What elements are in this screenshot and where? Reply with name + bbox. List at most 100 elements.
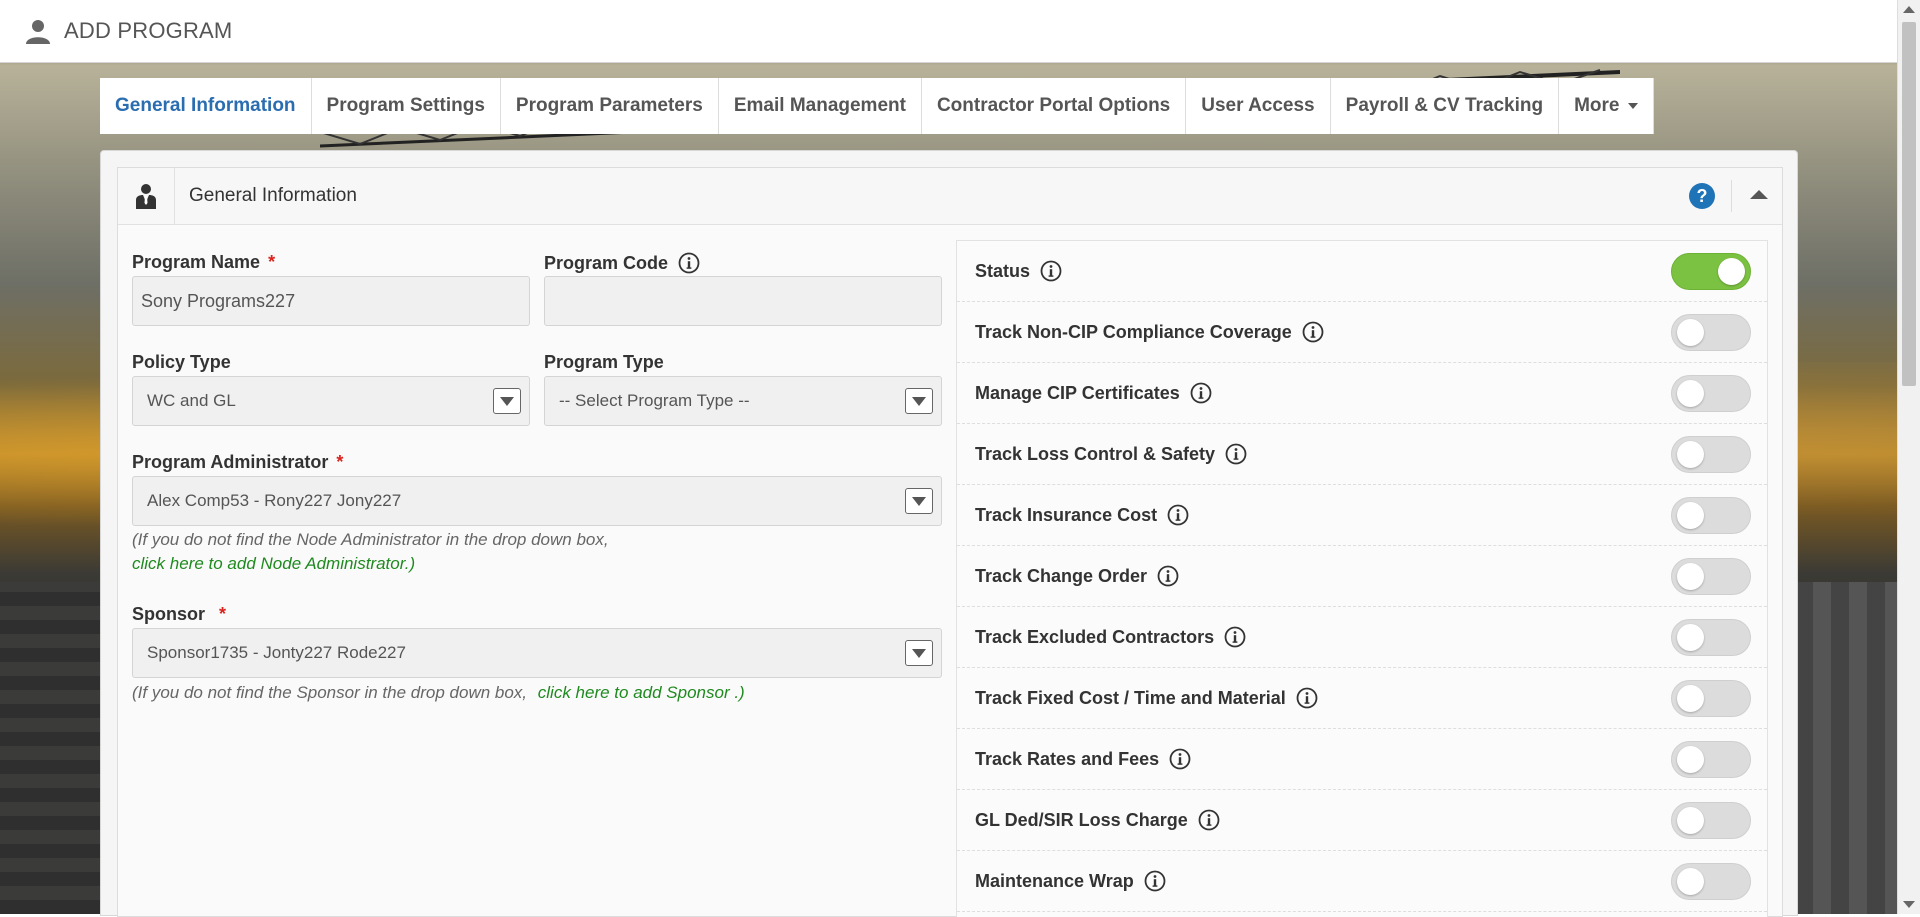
building-left (0, 582, 100, 914)
status-toggle[interactable] (1671, 253, 1751, 290)
info-icon[interactable] (1169, 748, 1191, 770)
excluded-contractors-toggle[interactable] (1671, 619, 1751, 656)
tab-label: General Information (115, 95, 296, 116)
loss-control-toggle[interactable] (1671, 436, 1751, 473)
toggle-label: GL Ded/SIR Loss Charge (975, 809, 1220, 831)
collapse-panel-icon[interactable] (1750, 190, 1768, 199)
tab-label: More (1574, 95, 1620, 116)
toggle-knob (1677, 685, 1704, 712)
select-value: WC and GL (147, 391, 236, 410)
page-title: ADD PROGRAM (64, 18, 233, 43)
change-order-toggle[interactable] (1671, 558, 1751, 595)
businessman-icon (136, 184, 156, 209)
building-right (1795, 582, 1898, 914)
toggle-label: Manage CIP Certificates (975, 382, 1212, 404)
toggle-label: Track Change Order (975, 565, 1179, 587)
tab-user-access[interactable]: User Access (1186, 78, 1331, 134)
label-text: Sponsor (132, 604, 206, 624)
tab-contractor-portal-options[interactable]: Contractor Portal Options (922, 78, 1187, 134)
toggle-knob (1677, 380, 1704, 407)
feature-toggles: Status Track Non-CIP Compliance Coverage… (956, 240, 1768, 917)
program-type-select[interactable]: -- Select Program Type -- (544, 376, 942, 426)
toggle-row-gl-ded-sir: GL Ded/SIR Loss Charge (957, 790, 1767, 851)
tab-label: Email Management (733, 95, 906, 116)
insurance-cost-toggle[interactable] (1671, 497, 1751, 534)
toggle-knob (1677, 502, 1704, 529)
toggle-label: Track Excluded Contractors (975, 626, 1246, 648)
info-icon[interactable] (1224, 626, 1246, 648)
tab-payroll-cv-tracking[interactable]: Payroll & CV Tracking (1331, 78, 1560, 134)
add-node-administrator-link[interactable]: click here to add Node Administrator.) (132, 554, 415, 574)
sponsor-select[interactable]: Sponsor1735 - Jonty227 Rode227 (132, 628, 942, 678)
toggle-row-change-order: Track Change Order (957, 546, 1767, 607)
toggle-label-text: Track Change Order (975, 565, 1148, 586)
tab-more[interactable]: More (1559, 78, 1654, 134)
policy-type-select[interactable]: WC and GL (132, 376, 530, 426)
info-icon[interactable] (1190, 382, 1212, 404)
rates-and-fees-toggle[interactable] (1671, 741, 1751, 778)
tab-email-management[interactable]: Email Management (719, 78, 922, 134)
label-text: Program Type (544, 352, 664, 372)
toggle-label-text: Status (975, 260, 1031, 281)
toggle-label: Track Non-CIP Compliance Coverage (975, 321, 1324, 343)
toggle-knob (1718, 258, 1745, 285)
info-icon[interactable] (1144, 870, 1166, 892)
toggle-row-cip-certificates: Manage CIP Certificates (957, 363, 1767, 424)
caret-down-icon (1627, 103, 1638, 109)
header-divider (1731, 180, 1732, 212)
maintenance-wrap-toggle[interactable] (1671, 863, 1751, 900)
info-icon[interactable] (678, 252, 700, 274)
user-icon (26, 20, 50, 44)
panel-icon-box (118, 168, 175, 224)
toggle-label-text: Track Non-CIP Compliance Coverage (975, 321, 1292, 342)
info-icon[interactable] (1302, 321, 1324, 343)
program-code-input[interactable] (544, 276, 942, 326)
sponsor-note: (If you do not find the Sponsor in the d… (132, 683, 745, 703)
dropdown-arrow-icon[interactable] (905, 388, 933, 414)
info-icon[interactable] (1225, 443, 1247, 465)
add-sponsor-link[interactable]: click here to add Sponsor .) (538, 683, 745, 702)
required-marker: * (336, 452, 344, 472)
tab-label: Program Parameters (515, 95, 703, 116)
non-cip-compliance-toggle[interactable] (1671, 314, 1751, 351)
node-admin-note: (If you do not find the Node Administrat… (132, 530, 609, 549)
cip-certificates-toggle[interactable] (1671, 375, 1751, 412)
info-icon[interactable] (1157, 565, 1179, 587)
fixed-cost-toggle[interactable] (1671, 680, 1751, 717)
toggle-label-text: Track Insurance Cost (975, 504, 1158, 525)
tab-general-information[interactable]: General Information (100, 78, 312, 134)
select-value: Sponsor1735 - Jonty227 Rode227 (147, 643, 406, 662)
info-icon[interactable] (1167, 504, 1189, 526)
info-icon[interactable] (1198, 809, 1220, 831)
toggle-label-text: GL Ded/SIR Loss Charge (975, 809, 1188, 830)
scroll-thumb[interactable] (1902, 22, 1916, 386)
program-administrator-label: Program Administrator * (132, 452, 343, 473)
dropdown-arrow-icon[interactable] (905, 640, 933, 666)
page-scrollbar[interactable] (1897, 0, 1920, 914)
tab-label: User Access (1201, 95, 1315, 116)
scroll-up-arrow[interactable] (1903, 6, 1915, 13)
dropdown-arrow-icon[interactable] (493, 388, 521, 414)
general-information-panel: General Information ? Program Name * Son… (117, 167, 1783, 917)
svg-text:?: ? (1697, 186, 1708, 206)
program-code-label: Program Code (544, 252, 700, 274)
info-icon[interactable] (1040, 260, 1062, 282)
dropdown-arrow-icon[interactable] (905, 488, 933, 514)
toggle-label: Track Loss Control & Safety (975, 443, 1247, 465)
tab-program-settings[interactable]: Program Settings (312, 78, 501, 134)
toggle-label-text: Track Loss Control & Safety (975, 443, 1216, 464)
info-icon[interactable] (1296, 687, 1318, 709)
program-type-label: Program Type (544, 352, 664, 373)
label-text: Program Name (132, 252, 261, 272)
scroll-down-arrow[interactable] (1903, 901, 1915, 908)
tab-program-parameters[interactable]: Program Parameters (501, 78, 719, 134)
toggle-label: Maintenance Wrap (975, 870, 1166, 892)
help-icon[interactable]: ? (1688, 182, 1716, 210)
toggle-row-loss-control: Track Loss Control & Safety (957, 424, 1767, 485)
program-administrator-select[interactable]: Alex Comp53 - Rony227 Jony227 (132, 476, 942, 526)
tab-bar: General Information Program Settings Pro… (100, 78, 1654, 134)
toggle-label: Track Insurance Cost (975, 504, 1189, 526)
gl-ded-sir-toggle[interactable] (1671, 802, 1751, 839)
toggle-knob (1677, 868, 1704, 895)
program-name-input[interactable]: Sony Programs227 (132, 276, 530, 326)
